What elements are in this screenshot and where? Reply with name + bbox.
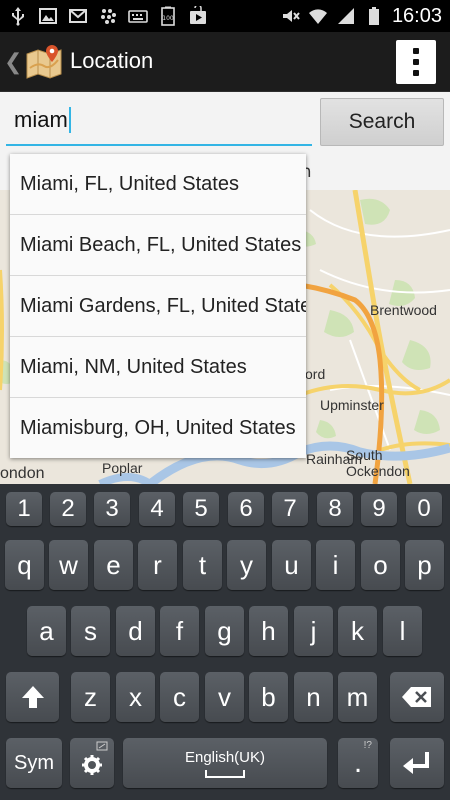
language-label: English(UK) <box>184 748 266 766</box>
overflow-menu-button[interactable] <box>396 40 436 84</box>
key-r[interactable]: r <box>138 540 177 590</box>
enter-icon <box>403 752 429 774</box>
content-area: miam Search in <box>0 92 450 484</box>
keyboard-icon <box>128 10 148 23</box>
key-v[interactable]: v <box>205 672 244 722</box>
up-caret-icon[interactable]: ❮ <box>4 50 22 75</box>
key-y[interactable]: y <box>227 540 266 590</box>
handwriting-hint-icon <box>96 741 108 751</box>
mute-icon <box>282 10 300 22</box>
email-icon <box>69 9 87 23</box>
action-bar: ❮ Location <box>0 32 450 92</box>
map-label-brentwood: Brentwood <box>370 302 437 318</box>
key-g[interactable]: g <box>205 606 244 656</box>
notification-icons: 100 <box>8 4 208 28</box>
svg-text:100: 100 <box>162 15 174 22</box>
key-c[interactable]: c <box>160 672 199 722</box>
map-label-london: ondon <box>0 465 45 482</box>
map-label-poplar: Poplar <box>102 460 143 476</box>
key-t[interactable]: t <box>183 540 222 590</box>
key-1[interactable]: 1 <box>6 492 42 526</box>
key-d[interactable]: d <box>116 606 155 656</box>
gear-icon <box>82 755 102 775</box>
key-i[interactable]: i <box>316 540 355 590</box>
map-label-upminster: Upminster <box>320 397 384 413</box>
suggestion-item[interactable]: Miami, NM, United States <box>10 337 306 398</box>
overflow-menu-icon <box>413 48 419 54</box>
key-m[interactable]: m <box>338 672 377 722</box>
key-e[interactable]: e <box>94 540 133 590</box>
status-bar: 100 16:03 <box>0 0 450 32</box>
space-key[interactable]: English(UK) <box>123 738 327 788</box>
space-bar-icon <box>205 769 245 778</box>
key-9[interactable]: 9 <box>361 492 397 526</box>
key-h[interactable]: h <box>249 606 288 656</box>
suggestion-item[interactable]: Miamisburg, OH, United States <box>10 398 306 458</box>
key-s[interactable]: s <box>71 606 110 656</box>
key-0[interactable]: 0 <box>406 492 442 526</box>
key-k[interactable]: k <box>338 606 377 656</box>
autocomplete-list: Miami, FL, United States Miami Beach, FL… <box>10 154 306 458</box>
system-icons: 16:03 <box>280 4 442 28</box>
key-5[interactable]: 5 <box>183 492 219 526</box>
key-o[interactable]: o <box>361 540 400 590</box>
suggestion-item[interactable]: Miami Beach, FL, United States <box>10 215 306 276</box>
search-input[interactable]: miam <box>6 96 312 146</box>
play-store-icon <box>190 6 206 24</box>
battery-100-icon: 100 <box>161 6 175 26</box>
key-a[interactable]: a <box>27 606 66 656</box>
text-cursor <box>68 107 71 133</box>
battery-icon <box>368 7 379 25</box>
key-6[interactable]: 6 <box>228 492 264 526</box>
signal-icon <box>337 8 354 24</box>
map-label-south-ockendon: South Ockendon <box>346 447 410 479</box>
search-button[interactable]: Search <box>320 98 444 146</box>
location-map-icon[interactable] <box>24 42 64 82</box>
period-key[interactable]: . !? <box>338 738 378 788</box>
key-z[interactable]: z <box>71 672 110 722</box>
key-p[interactable]: p <box>405 540 444 590</box>
suggestion-item[interactable]: Miami, FL, United States <box>10 154 306 215</box>
usb-icon <box>12 7 24 26</box>
shift-icon <box>21 686 44 708</box>
backspace-key[interactable] <box>390 672 444 722</box>
key-8[interactable]: 8 <box>317 492 353 526</box>
key-3[interactable]: 3 <box>94 492 130 526</box>
wifi-icon <box>308 9 327 24</box>
key-x[interactable]: x <box>116 672 155 722</box>
soft-keyboard: 1 2 3 4 5 6 7 8 9 0 q w e r t y u i o p … <box>0 484 450 800</box>
period-label: . <box>353 746 363 779</box>
search-input-value: miam <box>14 107 68 132</box>
status-time: 16:03 <box>391 4 442 27</box>
key-l[interactable]: l <box>383 606 422 656</box>
enter-key[interactable] <box>390 738 444 788</box>
key-u[interactable]: u <box>272 540 311 590</box>
sym-key[interactable]: Sym <box>6 738 62 788</box>
backspace-icon <box>402 687 431 707</box>
shift-key[interactable] <box>6 672 59 722</box>
map-label-ord: ord <box>305 366 326 382</box>
search-row: miam Search <box>0 92 450 154</box>
key-7[interactable]: 7 <box>272 492 308 526</box>
page-title: Location <box>70 48 154 73</box>
settings-key[interactable] <box>70 738 114 788</box>
bbm-icon <box>101 9 116 24</box>
key-4[interactable]: 4 <box>139 492 175 526</box>
key-w[interactable]: w <box>49 540 88 590</box>
key-2[interactable]: 2 <box>50 492 86 526</box>
key-j[interactable]: j <box>294 606 333 656</box>
key-b[interactable]: b <box>249 672 288 722</box>
period-hint: !? <box>363 740 372 751</box>
key-n[interactable]: n <box>294 672 333 722</box>
image-icon <box>39 8 57 24</box>
key-f[interactable]: f <box>160 606 199 656</box>
key-q[interactable]: q <box>5 540 44 590</box>
suggestion-item[interactable]: Miami Gardens, FL, United States <box>10 276 306 337</box>
